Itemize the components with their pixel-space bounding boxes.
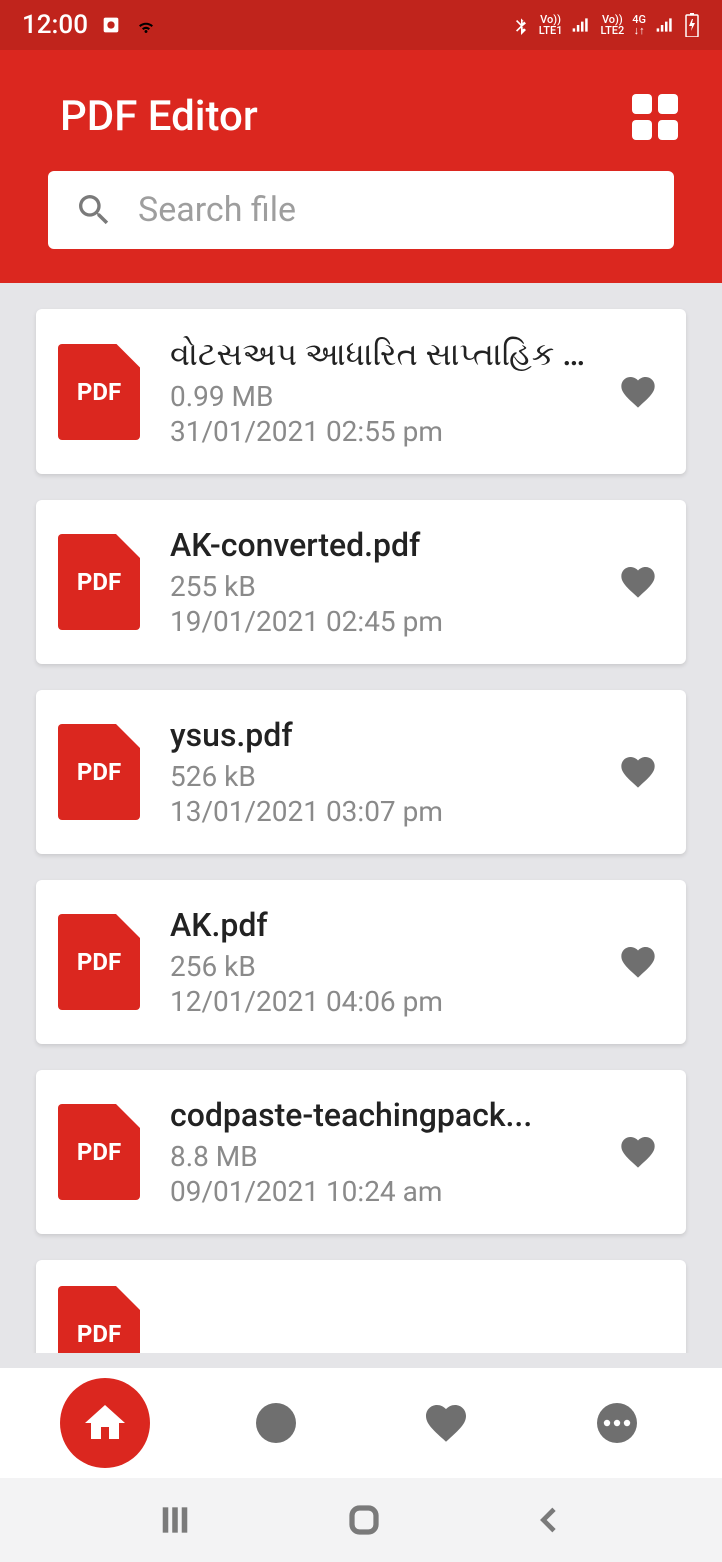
file-date: 12/01/2021 04:06 pm [170,985,588,1018]
file-size: 526 kB [170,760,588,793]
file-info: AK.pdf 256 kB 12/01/2021 04:06 pm [170,906,588,1018]
pdf-icon: PDF [58,724,140,820]
file-item[interactable]: PDF ysus.pdf 526 kB 13/01/2021 03:07 pm [36,690,686,854]
app-header: PDF Editor [0,50,722,283]
file-name: AK-converted.pdf [170,526,588,564]
file-size: 256 kB [170,950,588,983]
status-left: 12:00 [22,10,158,40]
file-item[interactable]: PDF AK.pdf 256 kB 12/01/2021 04:06 pm [36,880,686,1044]
search-bar[interactable] [48,171,674,249]
file-item[interactable]: PDF [36,1260,686,1353]
pdf-icon: PDF [58,1104,140,1200]
system-nav [0,1478,722,1562]
file-item[interactable]: PDF વોટસઅપ આધારિત સાપ્તાહિક પરી... 0.99 … [36,309,686,474]
bluetooth-icon [511,14,531,36]
favorite-button[interactable] [618,1132,658,1172]
file-size: 8.8 MB [170,1140,588,1173]
file-info: ysus.pdf 526 kB 13/01/2021 03:07 pm [170,716,588,828]
file-size: 255 kB [170,570,588,603]
grid-view-button[interactable] [632,94,678,140]
app-indicator-icon [100,14,122,36]
nav-more-button[interactable] [572,1378,662,1468]
file-info: AK-converted.pdf 255 kB 19/01/2021 02:45… [170,526,588,638]
net-indicator: 4G ↓↑ [632,14,646,36]
file-name [170,1312,658,1350]
file-info [170,1312,658,1353]
pdf-icon: PDF [58,534,140,630]
favorite-button[interactable] [618,562,658,602]
recents-button[interactable] [156,1501,194,1539]
signal2-icon [654,15,676,35]
bottom-nav [0,1368,722,1478]
file-item[interactable]: PDF AK-converted.pdf 255 kB 19/01/2021 0… [36,500,686,664]
heart-icon [422,1399,470,1447]
favorite-button[interactable] [618,942,658,982]
status-right: Vo)) LTE1 Vo)) LTE2 4G ↓↑ [511,13,700,37]
file-info: વોટસઅપ આધારિત સાપ્તાહિક પરી... 0.99 MB 3… [170,335,588,448]
favorite-button[interactable] [618,752,658,792]
file-name: વોટસઅપ આધારિત સાપ્તાહિક પરી... [170,335,588,374]
file-name: AK.pdf [170,906,588,944]
clock-icon [252,1399,300,1447]
nav-recent-button[interactable] [231,1378,321,1468]
lte1-indicator: Vo)) LTE1 [539,14,563,36]
search-icon [74,190,114,230]
back-button[interactable] [534,1504,566,1536]
file-list: PDF વોટસઅપ આધારિત સાપ્તાહિક પરી... 0.99 … [0,283,722,1353]
home-icon [81,1399,129,1447]
wifi-icon [134,13,158,37]
file-date: 31/01/2021 02:55 pm [170,415,588,448]
file-name: codpaste-teachingpack... [170,1096,588,1134]
file-date: 09/01/2021 10:24 am [170,1175,588,1208]
file-date: 13/01/2021 03:07 pm [170,795,588,828]
status-bar: 12:00 Vo)) LTE1 Vo)) LTE2 4G ↓↑ [0,0,722,50]
pdf-icon: PDF [58,914,140,1010]
file-item[interactable]: PDF codpaste-teachingpack... 8.8 MB 09/0… [36,1070,686,1234]
file-size: 0.99 MB [170,380,588,413]
home-button[interactable] [346,1502,382,1538]
signal1-icon [570,15,592,35]
more-icon [593,1399,641,1447]
nav-favorites-button[interactable] [401,1378,491,1468]
file-info: codpaste-teachingpack... 8.8 MB 09/01/20… [170,1096,588,1208]
lte2-indicator: Vo)) LTE2 [600,14,624,36]
file-date: 19/01/2021 02:45 pm [170,605,588,638]
pdf-icon: PDF [58,1286,140,1353]
pdf-icon: PDF [58,344,140,440]
battery-icon [684,13,700,37]
app-title: PDF Editor [48,92,258,141]
status-time: 12:00 [22,10,88,40]
file-name: ysus.pdf [170,716,588,754]
favorite-button[interactable] [618,372,658,412]
search-input[interactable] [138,190,648,230]
nav-home-button[interactable] [60,1378,150,1468]
